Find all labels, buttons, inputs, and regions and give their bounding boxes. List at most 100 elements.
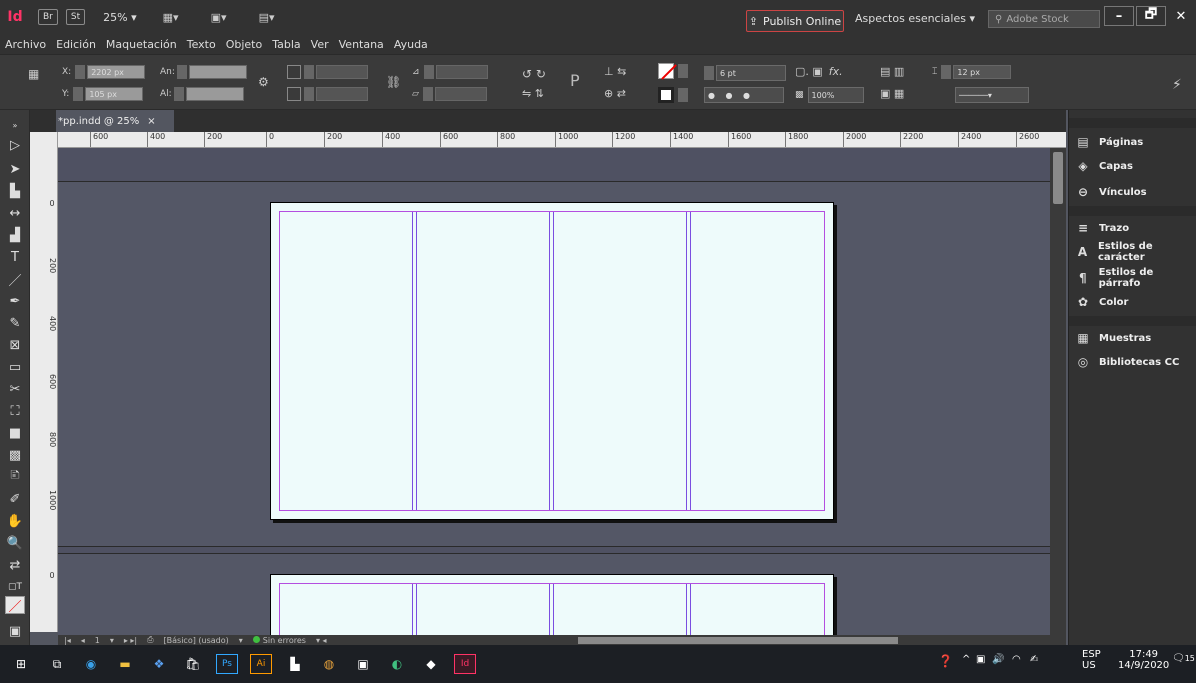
preflight-status[interactable]: Sin errores — [252, 635, 306, 645]
file-explorer-icon[interactable]: ▬ — [114, 654, 136, 674]
gap-tool-icon[interactable]: ↔ — [5, 204, 25, 222]
width-field[interactable] — [188, 65, 247, 79]
panel-capas[interactable]: ◈ Capas — [1075, 156, 1133, 176]
edge-icon[interactable]: ◉ — [80, 654, 102, 674]
vertical-scrollbar[interactable] — [1050, 148, 1066, 635]
task-view-icon[interactable]: ⧉ — [46, 654, 68, 674]
document-page[interactable] — [270, 202, 834, 520]
help-icon[interactable]: ❓ — [938, 654, 953, 668]
prev-page-icon[interactable]: ◂ — [81, 636, 85, 645]
restore-button[interactable]: 🗗 — [1136, 6, 1166, 26]
select-container-icon[interactable]: ⊥ ⇆ — [604, 65, 626, 78]
document-page[interactable] — [270, 574, 834, 635]
pen-tool-icon[interactable]: ✒ — [5, 292, 25, 310]
vertical-scroll-thumb[interactable] — [1053, 152, 1063, 204]
menu-archivo[interactable]: Archivo — [5, 38, 46, 51]
close-tab-icon[interactable]: × — [147, 116, 155, 127]
align-icon[interactable]: ▣ ▦ — [880, 87, 904, 100]
menu-edicion[interactable]: Edición — [56, 38, 96, 51]
panel-muestras[interactable]: ▦ Muestras — [1075, 328, 1151, 348]
gradient-feather-tool-icon[interactable]: ▩ — [5, 446, 25, 464]
selection-tool-icon[interactable]: ▷ — [5, 136, 25, 154]
pencil-tool-icon[interactable]: ✎ — [5, 314, 25, 332]
apply-none-icon[interactable]: ／ — [5, 596, 25, 615]
rectangle-tool-icon[interactable]: ▭ — [5, 358, 25, 376]
horizontal-ruler[interactable]: 600 400 200 0 200 400 600 800 1000 1200 … — [42, 132, 1066, 148]
minimize-button[interactable]: – — [1104, 6, 1134, 26]
fill-none-swatch[interactable] — [658, 63, 677, 80]
menu-ayuda[interactable]: Ayuda — [394, 38, 428, 51]
page-dropdown-icon[interactable]: ▾ — [110, 636, 114, 645]
app-icon[interactable]: ◆ — [420, 654, 442, 674]
y-field[interactable]: 105 px — [85, 87, 144, 101]
frame-fitting-dropdown[interactable]: ──────▾ — [955, 87, 1029, 103]
line-tool-icon[interactable]: ／ — [5, 270, 25, 289]
free-transform-tool-icon[interactable]: ⛶ — [5, 402, 25, 420]
publish-online-button[interactable]: ⇪ Publish Online — [746, 10, 844, 32]
zoom-dropdown[interactable]: 25% ▾ — [103, 11, 136, 24]
stock-search-input[interactable]: ⚲ Adobe Stock — [988, 10, 1100, 28]
bridge-button[interactable]: Br — [38, 9, 58, 25]
menu-tabla[interactable]: Tabla — [272, 38, 300, 51]
panel-estilos-parrafo[interactable]: ¶ Estilos de párrafo — [1075, 267, 1196, 289]
panel-bibliotecas-cc[interactable]: ◎ Bibliotecas CC — [1075, 352, 1180, 372]
x-field[interactable]: 2202 px — [87, 65, 146, 79]
type-tool-icon[interactable]: T — [5, 248, 25, 266]
menu-ver[interactable]: Ver — [311, 38, 329, 51]
app-icon[interactable]: ◐ — [386, 654, 408, 674]
x-spinner[interactable] — [75, 65, 86, 79]
constrain-proportions-icon[interactable]: ⚙ — [258, 75, 269, 89]
stroke-swatch[interactable] — [658, 87, 674, 103]
page-tool-icon[interactable]: ▙ — [5, 182, 25, 200]
rotate-field[interactable] — [435, 65, 488, 79]
panel-trazo[interactable]: ≡ Trazo — [1075, 218, 1129, 238]
shear-field[interactable] — [434, 87, 487, 101]
menu-texto[interactable]: Texto — [187, 38, 216, 51]
horizontal-scroll-thumb[interactable] — [578, 637, 898, 644]
clock[interactable]: 17:49 14/9/2020 — [1118, 649, 1169, 671]
menu-ventana[interactable]: Ventana — [339, 38, 384, 51]
first-page-icon[interactable]: |◂ — [64, 636, 71, 645]
hand-tool-icon[interactable]: ✋ — [5, 512, 25, 530]
panel-group-grip[interactable] — [1069, 206, 1196, 216]
page-number-field[interactable]: 1 — [95, 636, 100, 645]
select-content-icon[interactable]: ⊕ ⇄ — [604, 87, 626, 100]
note-tool-icon[interactable]: 🗈 — [5, 468, 25, 486]
fill-dropdown[interactable] — [678, 64, 688, 78]
stock-button[interactable]: St — [65, 9, 86, 25]
reference-point-icon[interactable]: ▦ — [28, 67, 39, 81]
swap-fill-stroke-icon[interactable]: ⇄ — [5, 556, 25, 574]
tray-chevron-icon[interactable]: ^ — [962, 654, 970, 665]
vertical-ruler[interactable]: 0 200 400 600 800 1000 0 — [30, 132, 58, 632]
photoshop-icon[interactable]: Ps — [216, 654, 238, 674]
language-indicator[interactable]: ESP US — [1082, 649, 1101, 671]
direct-selection-tool-icon[interactable]: ➤ — [5, 160, 25, 178]
screen-mode-icon[interactable]: ▣ — [5, 622, 25, 640]
store-icon[interactable]: 🛍 — [182, 654, 204, 674]
panel-estilos-caracter[interactable]: A Estilos de carácter — [1075, 241, 1196, 263]
gradient-swatch-tool-icon[interactable]: ■ — [5, 424, 25, 442]
arrange-documents-icon[interactable]: ▤▾ — [253, 9, 281, 25]
network-icon[interactable]: ◠ — [1012, 654, 1021, 665]
flip-icon[interactable]: ⇋ ⇅ — [522, 87, 544, 100]
link-icon[interactable]: ⛓ — [386, 75, 401, 89]
style-dropdown-icon[interactable]: ▾ — [239, 636, 243, 645]
preflight-dropdown-icon[interactable]: ▾ ◂ — [316, 636, 327, 645]
volume-icon[interactable]: 🔊 — [992, 654, 1004, 665]
stroke-type-dropdown[interactable]: ● ● ● — [704, 87, 784, 103]
view-options-icon[interactable]: ▦▾ — [157, 9, 185, 25]
rectangle-frame-tool-icon[interactable]: ⊠ — [5, 336, 25, 354]
tray-app-icon[interactable]: ▣ — [976, 654, 985, 665]
illustrator-icon[interactable]: Ai — [250, 654, 272, 674]
scale-x-spinner[interactable] — [304, 65, 314, 79]
panel-group-grip[interactable] — [1069, 316, 1196, 326]
content-collector-icon[interactable]: ▟ — [5, 226, 25, 244]
opacity-field[interactable]: 100% — [807, 87, 864, 103]
stroke-weight-spinner[interactable] — [704, 66, 714, 80]
notification-center-icon[interactable]: 🗨15 — [1172, 653, 1195, 664]
app-icon[interactable]: ▙ — [284, 654, 306, 674]
close-button[interactable]: ✕ — [1166, 6, 1196, 26]
open-page-icon[interactable]: ⎙ — [147, 635, 153, 645]
scale-x-field[interactable] — [316, 65, 368, 79]
eyedropper-tool-icon[interactable]: ✐ — [5, 490, 25, 508]
